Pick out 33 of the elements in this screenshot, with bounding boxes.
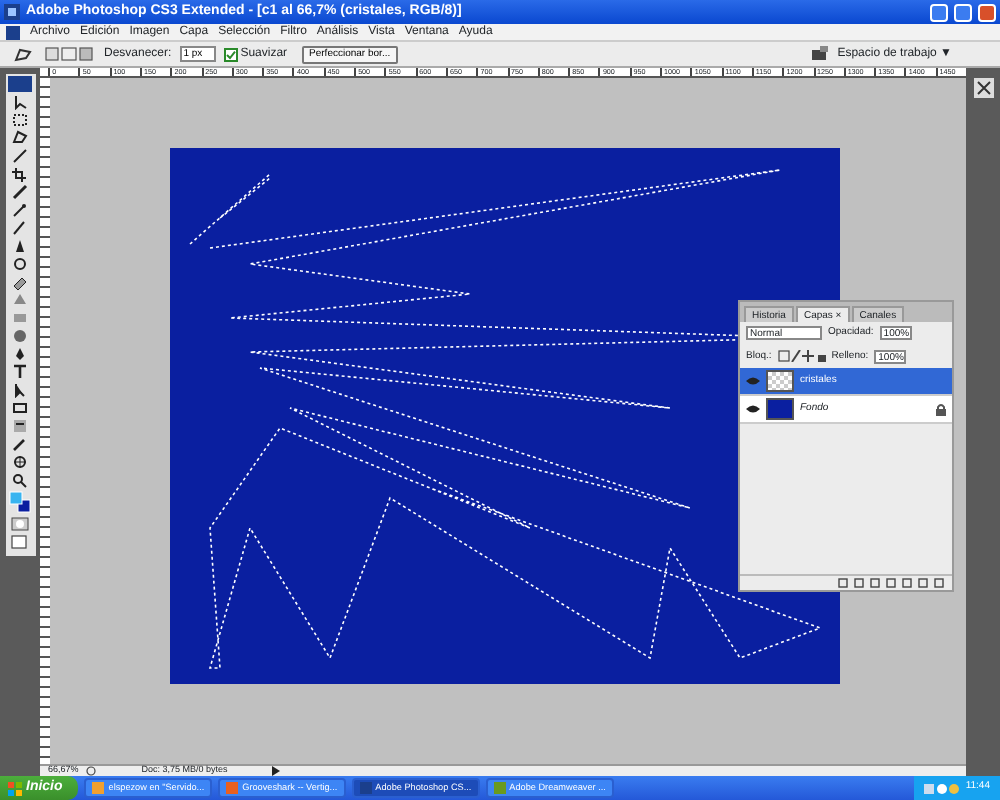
pen-tool-icon[interactable] [10,346,30,362]
layer-thumbnail [766,398,794,420]
tray-icons[interactable] [923,781,960,795]
healing-brush-tool-icon[interactable] [10,202,30,218]
workspace-icon[interactable] [809,46,830,62]
app-icon [226,782,239,794]
app-logo-icon [8,76,32,92]
close-button[interactable] [978,3,996,21]
layer-thumbnail [766,370,794,392]
marquee-tool-icon[interactable] [10,112,30,128]
arrow-icon[interactable] [272,766,281,776]
tool-presets-icon[interactable] [973,78,993,98]
antialias-checkbox[interactable] [223,47,238,61]
lock-options-icons[interactable] [777,350,826,363]
maximize-button[interactable] [954,3,972,21]
path-selection-tool-icon[interactable] [10,382,30,398]
lasso-tool-icon[interactable] [10,130,30,146]
shape-tool-icon[interactable] [10,400,30,416]
crop-tool-icon[interactable] [10,166,30,182]
screen-mode-icon[interactable] [10,534,30,550]
eye-icon[interactable] [746,404,760,414]
type-tool-icon[interactable] [10,364,30,380]
windows-logo-icon [8,781,22,795]
eraser-tool-icon[interactable] [10,274,30,290]
move-tool-icon[interactable] [10,94,30,110]
lasso-tool-icon[interactable] [12,45,36,63]
status-icon [86,766,97,776]
app-icon [493,782,506,794]
app-icon [359,782,372,794]
zoom-tool-icon[interactable] [10,472,30,488]
color-swatches-icon[interactable] [8,490,32,514]
app-icon [92,782,105,794]
minimize-button[interactable] [930,3,948,21]
